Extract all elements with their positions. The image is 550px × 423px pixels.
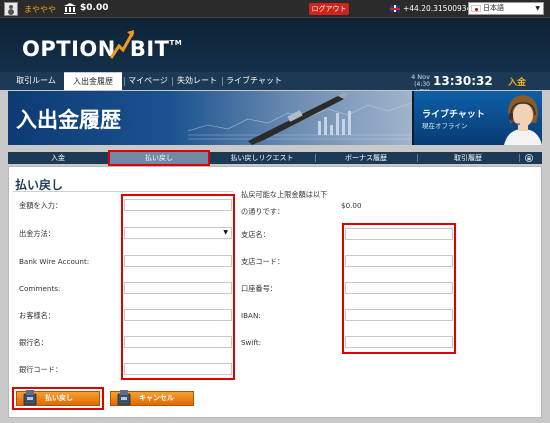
chevron-down-icon: ▼ bbox=[535, 5, 540, 12]
nav-divider bbox=[222, 77, 223, 86]
phone-number: +44.20.31500934 bbox=[403, 4, 472, 13]
live-chat-status: 現在オフライン bbox=[422, 122, 468, 130]
uk-flag-icon bbox=[390, 5, 400, 12]
page-title: 入出金履歴 bbox=[16, 108, 121, 132]
iban-label: IBAN: bbox=[241, 311, 261, 320]
bank-wire-account-label: Bank Wire Account: bbox=[19, 257, 90, 266]
nav-deposit-history[interactable]: 入出金履歴 bbox=[64, 72, 122, 90]
username: まややや bbox=[24, 5, 56, 14]
bank-code-label: 銀行コード： bbox=[19, 365, 63, 374]
live-chat-panel[interactable]: ライブチャット 現在オフライン bbox=[414, 91, 542, 145]
tab-deposit[interactable]: 入金 bbox=[8, 152, 108, 164]
withdrawal-method-label: 出金方法： bbox=[19, 229, 55, 238]
comments-label: Comments: bbox=[19, 284, 61, 293]
account-number-label: 口座番号： bbox=[241, 284, 277, 293]
lock-icon[interactable] bbox=[524, 154, 534, 162]
nav-live-chat[interactable]: ライブチャット bbox=[224, 72, 284, 90]
main-nav: 取引ルーム 入出金履歴 マイページ 失効レート ライブチャット 4 Nov (4… bbox=[0, 72, 550, 96]
clock: 13:30:32 bbox=[433, 74, 493, 88]
logo-mark-icon bbox=[109, 30, 135, 59]
nav-divider bbox=[172, 77, 173, 86]
support-agent-image bbox=[504, 95, 542, 145]
bank-icon bbox=[64, 3, 76, 14]
top-bar: まややや $0.00 ログアウト +44.20.31500934 日本語 ▼ bbox=[0, 0, 550, 18]
bank-name-label: 銀行名： bbox=[19, 338, 48, 347]
optionbit-logo[interactable]: OPTION BITTM bbox=[22, 37, 182, 61]
banner-image: 入出金履歴 bbox=[8, 91, 412, 145]
tab-bonus-history[interactable]: ボーナス履歴 bbox=[316, 152, 416, 164]
nav-trading-room[interactable]: 取引ルーム bbox=[10, 72, 62, 90]
deposit-link[interactable]: 入金 bbox=[508, 75, 526, 88]
tab-divider bbox=[519, 154, 520, 162]
left-fields-highlight-box bbox=[121, 194, 235, 380]
cancel-button-label: キャンセル bbox=[139, 394, 174, 402]
nav-expired-rates[interactable]: 失効レート bbox=[174, 72, 220, 90]
withdrawal-limit-label: 払戻可能な上限金額は以下 bbox=[241, 190, 328, 199]
avatar[interactable] bbox=[4, 2, 18, 16]
amount-label: 金額を入力： bbox=[19, 201, 63, 210]
nav-divider bbox=[124, 77, 125, 86]
swift-label: Swift: bbox=[241, 338, 262, 347]
nav-my-page[interactable]: マイページ bbox=[126, 72, 170, 90]
tab-withdrawal-request[interactable]: 払い戻しリクエスト bbox=[210, 152, 314, 164]
cash-register-icon bbox=[117, 390, 131, 406]
account-balance: $0.00 bbox=[80, 3, 109, 13]
pen-chart-illustration bbox=[188, 92, 412, 145]
logo-header: OPTION BITTM bbox=[0, 18, 550, 72]
logout-button[interactable]: ログアウト bbox=[309, 3, 349, 15]
date-text: 4 Nov bbox=[411, 73, 430, 81]
branch-name-label: 支店名： bbox=[241, 230, 270, 239]
branch-code-label: 支店コード： bbox=[241, 257, 285, 266]
customer-name-label: お客様名： bbox=[19, 311, 55, 320]
withdraw-button-highlight-box bbox=[12, 387, 104, 410]
right-fields-highlight-box bbox=[342, 223, 456, 354]
withdrawal-limit-value: $0.00 bbox=[341, 201, 362, 210]
page-banner: 入出金履歴 ライブチャット 現在オフライン bbox=[8, 91, 542, 145]
tab-highlight-box bbox=[108, 150, 210, 166]
cancel-button[interactable]: キャンセル bbox=[110, 390, 194, 406]
language-value: 日本語 bbox=[483, 4, 504, 12]
withdrawal-limit-label-line2: の通りです： bbox=[241, 207, 285, 216]
title-divider bbox=[13, 191, 233, 192]
language-select[interactable]: 日本語 ▼ bbox=[468, 2, 544, 15]
sub-tabs: 入金 払い戻し 払い戻しリクエスト ボーナス履歴 取引履歴 bbox=[8, 152, 542, 164]
japan-flag-icon bbox=[471, 5, 481, 12]
tab-trade-history[interactable]: 取引履歴 bbox=[418, 152, 518, 164]
live-chat-title: ライブチャット bbox=[422, 110, 485, 120]
